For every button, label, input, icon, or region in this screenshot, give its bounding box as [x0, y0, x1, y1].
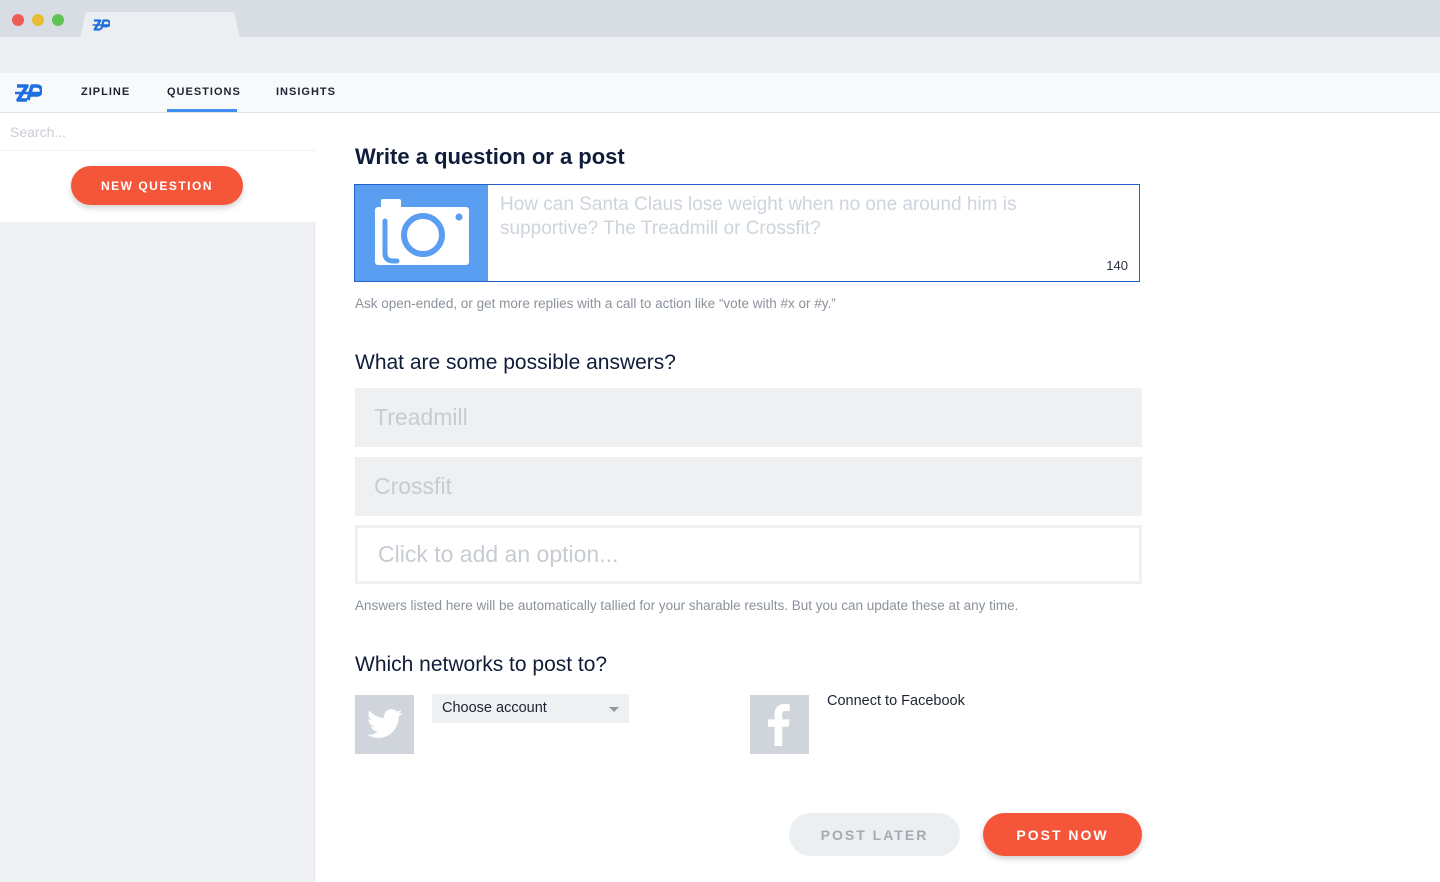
twitter-network-toggle[interactable] [355, 695, 414, 754]
answers-heading: What are some possible answers? [355, 351, 676, 374]
nav-item-questions[interactable]: QUESTIONS [167, 86, 241, 98]
active-nav-indicator [167, 109, 237, 112]
answer-option-2[interactable]: Crossfit [355, 457, 1142, 516]
sidebar-header: NEW QUESTION [0, 113, 315, 222]
facebook-icon [768, 704, 790, 746]
answer-option-1[interactable]: Treadmill [355, 388, 1142, 447]
zipline-logo-icon[interactable] [14, 83, 44, 108]
add-option-input[interactable] [355, 525, 1142, 584]
browser-tab[interactable] [80, 12, 240, 38]
compose-hint: Ask open-ended, or get more replies with… [355, 296, 836, 311]
caret-down-icon [609, 707, 619, 712]
question-compose-box[interactable]: How can Santa Claus lose weight when no … [354, 184, 1140, 282]
maximize-window-button[interactable] [52, 14, 64, 26]
twitter-icon [367, 709, 403, 738]
app-navbar: ZIPLINE QUESTIONS INSIGHTS [0, 73, 1440, 113]
search-input[interactable] [0, 113, 315, 151]
post-now-button[interactable]: POST NOW [983, 813, 1142, 856]
browser-chrome [0, 0, 1440, 73]
nav-item-zipline[interactable]: ZIPLINE [81, 86, 130, 98]
sidebar: NEW QUESTION [0, 113, 315, 882]
twitter-account-select-value: Choose account [442, 700, 547, 716]
new-question-button[interactable]: NEW QUESTION [71, 166, 243, 205]
connect-facebook-link[interactable]: Connect to Facebook [827, 693, 965, 709]
minimize-window-button[interactable] [32, 14, 44, 26]
networks-heading: Which networks to post to? [355, 653, 608, 676]
compose-heading: Write a question or a post [355, 144, 625, 169]
zipline-logo-icon [92, 18, 111, 36]
add-photo-button[interactable] [355, 185, 488, 281]
question-textarea[interactable]: How can Santa Claus lose weight when no … [500, 193, 1100, 241]
camera-icon [375, 199, 469, 265]
twitter-account-select[interactable]: Choose account [432, 694, 629, 723]
post-later-button[interactable]: POST LATER [789, 813, 960, 856]
character-counter: 140 [1106, 258, 1128, 273]
nav-item-insights[interactable]: INSIGHTS [276, 86, 336, 98]
facebook-network-toggle[interactable] [750, 695, 809, 754]
answers-hint: Answers listed here will be automaticall… [355, 598, 1019, 613]
close-window-button[interactable] [12, 14, 24, 26]
address-bar-area [0, 37, 1440, 73]
